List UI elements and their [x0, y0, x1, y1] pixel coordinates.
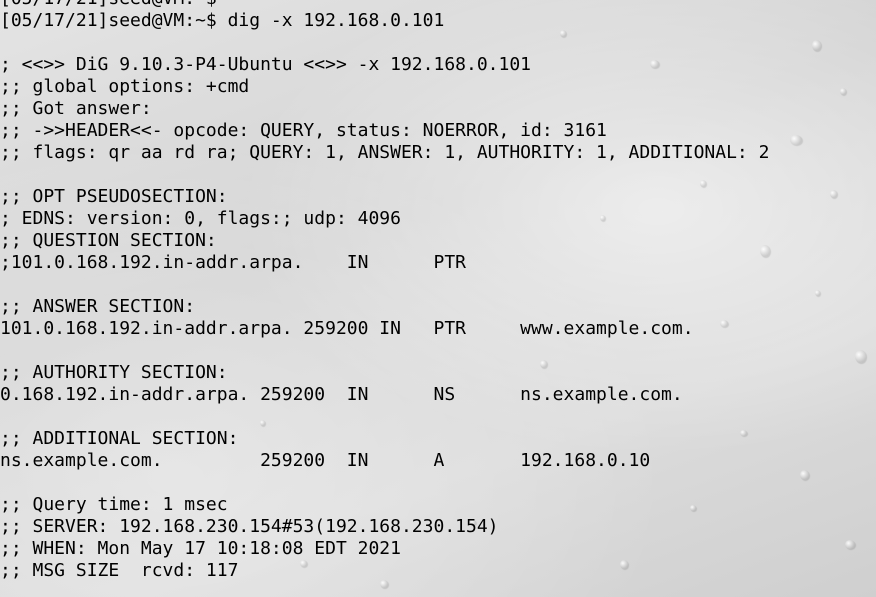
global-options-line: ;; global options: +cmd	[0, 76, 250, 97]
dig-version-line: ; <<>> DiG 9.10.3-P4-Ubuntu <<>> -x 192.…	[0, 54, 532, 75]
edns-line: ; EDNS: version: 0, flags:; udp: 4096	[0, 208, 401, 229]
answer-section-line: ;; ANSWER SECTION:	[0, 296, 196, 317]
got-answer-line: ;; Got answer:	[0, 98, 152, 119]
question-section-line: ;; QUESTION SECTION:	[0, 230, 217, 251]
terminal-window: { "terminal": { "lines": [ "[05/17/21]se…	[0, 0, 876, 597]
terminal-output[interactable]: [05/17/21]seed@VM:~$ [05/17/21]seed@VM:~…	[0, 0, 876, 597]
answer-record-line: 101.0.168.192.in-addr.arpa. 259200 IN PT…	[0, 318, 694, 339]
authority-section-line: ;; AUTHORITY SECTION:	[0, 362, 228, 383]
prompt-line-command: [05/17/21]seed@VM:~$ dig -x 192.168.0.10…	[0, 10, 445, 31]
header-line: ;; ->>HEADER<<- opcode: QUERY, status: N…	[0, 120, 607, 141]
query-time-line: ;; Query time: 1 msec	[0, 494, 228, 515]
authority-record-line: 0.168.192.in-addr.arpa. 259200 IN NS ns.…	[0, 384, 683, 405]
additional-section-line: ;; ADDITIONAL SECTION:	[0, 428, 239, 449]
additional-record-line: ns.example.com. 259200 IN A 192.168.0.10	[0, 450, 651, 471]
flags-line: ;; flags: qr aa rd ra; QUERY: 1, ANSWER:…	[0, 142, 770, 163]
opt-pseudosection-line: ;; OPT PSEUDOSECTION:	[0, 186, 228, 207]
prompt-line-previous: [05/17/21]seed@VM:~$	[0, 0, 217, 10]
question-record-line: ;101.0.168.192.in-addr.arpa. IN PTR	[0, 252, 466, 273]
when-line: ;; WHEN: Mon May 17 10:18:08 EDT 2021	[0, 538, 401, 559]
msg-size-line: ;; MSG SIZE rcvd: 117	[0, 560, 239, 581]
server-line: ;; SERVER: 192.168.230.154#53(192.168.23…	[0, 516, 499, 537]
